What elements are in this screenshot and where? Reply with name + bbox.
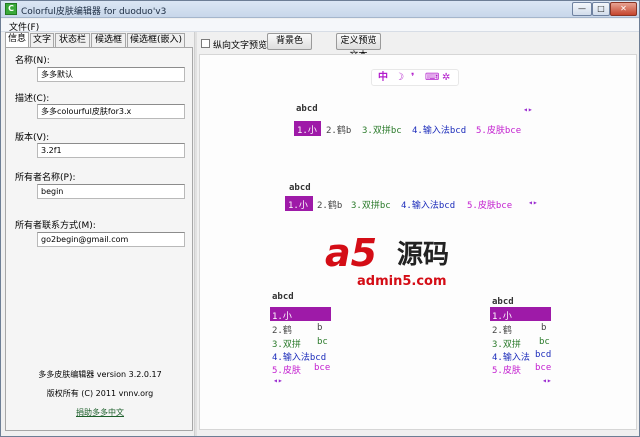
candidate-item[interactable]: 4.输入法bcd bbox=[272, 350, 326, 363]
page-arrows-icon[interactable]: ◂▸ bbox=[273, 376, 283, 385]
app-window: C Colorful皮肤编辑器 for duoduo'v3 — □ ✕ 文件(F… bbox=[0, 0, 640, 437]
minimize-button[interactable]: — bbox=[572, 2, 592, 16]
candidate-item[interactable]: 2.鹤b bbox=[326, 123, 351, 136]
candidate-item[interactable]: 1.小 bbox=[288, 198, 308, 211]
candidate-item[interactable]: 2.鹤 bbox=[272, 323, 292, 336]
candidate-code: b bbox=[541, 323, 547, 333]
candidate-item[interactable]: 4.输入法bcd bbox=[401, 198, 455, 211]
composition-text: abcd bbox=[289, 183, 311, 193]
candidate-code: bc bbox=[539, 337, 550, 347]
app-version-text: 多多皮肤编辑器 version 3.2.0.17 bbox=[38, 370, 162, 379]
candidate-item[interactable]: 2.鹤 bbox=[492, 323, 512, 336]
candidate-item[interactable]: 1.小 bbox=[297, 123, 317, 136]
tab-text[interactable]: 文字 bbox=[30, 33, 54, 47]
gear-icon: ✲ bbox=[442, 72, 451, 83]
candidate-item[interactable]: 1.小 bbox=[492, 309, 512, 322]
contact-label: 所有者联系方式(M): bbox=[15, 221, 96, 231]
candidate-code: bcd bbox=[535, 350, 552, 360]
tab-info[interactable]: 信息 bbox=[5, 32, 29, 47]
define-preview-text-button[interactable]: 定义预览文本 bbox=[336, 33, 381, 61]
tab-statusbar[interactable]: 状态栏 bbox=[55, 33, 90, 47]
owner-label: 所有者名称(P): bbox=[15, 173, 76, 183]
watermark-name: 源码 bbox=[397, 240, 450, 270]
candidate-item[interactable]: 4.输入法 bbox=[492, 350, 530, 363]
candidate-code: b bbox=[317, 323, 323, 333]
app-icon: C bbox=[5, 3, 17, 15]
name-field[interactable]: 多多默认 bbox=[37, 67, 185, 82]
candidate-window-horizontal-1: abcd ◂▸ 1.小 2.鹤b 3.双拼bc 4.输入法bcd 5.皮肤bce bbox=[294, 103, 534, 139]
status-bar-preview: 中 ☽ ❜ ⌨ ✲ bbox=[371, 69, 459, 86]
owner-field[interactable]: begin bbox=[37, 184, 185, 199]
composition-text: abcd bbox=[296, 104, 318, 114]
background-color-button[interactable]: 背景色 bbox=[267, 33, 312, 50]
desc-field[interactable]: 多多colourful皮肤for3.x bbox=[37, 104, 185, 119]
contact-field[interactable]: go2begin@gmail.com bbox=[37, 232, 185, 247]
candidate-item[interactable]: 3.双拼bc bbox=[351, 198, 391, 211]
watermark-brand: a5 bbox=[325, 231, 378, 275]
version-field[interactable]: 3.2f1 bbox=[37, 143, 185, 158]
candidate-window-vertical-left: abcd 1.小 2.鹤 b 3.双拼 bc 4.输入法bcd 5.皮肤 bce… bbox=[270, 291, 334, 413]
maximize-button[interactable]: □ bbox=[592, 2, 610, 16]
composition-text: abcd bbox=[492, 297, 514, 307]
vertical-preview-label: 纵向文字预览 bbox=[213, 41, 268, 51]
splitter[interactable] bbox=[194, 32, 197, 436]
candidate-code: bce bbox=[314, 363, 331, 373]
candidate-item[interactable]: 5.皮肤bce bbox=[467, 198, 512, 211]
a5-watermark-logo: a5 源码 admin5.com bbox=[325, 233, 475, 293]
candidate-window-horizontal-2: abcd ◂▸ 1.小 2.鹤b 3.双拼bc 4.输入法bcd 5.皮肤bce bbox=[285, 182, 538, 216]
close-button[interactable]: ✕ bbox=[610, 2, 637, 16]
candidate-item[interactable]: 5.皮肤 bbox=[272, 363, 301, 376]
vertical-preview-checkbox[interactable] bbox=[201, 39, 210, 48]
chinese-mode-icon: 中 bbox=[378, 72, 388, 83]
candidate-item[interactable]: 3.双拼 bbox=[492, 337, 521, 350]
keyboard-icon: ⌨ bbox=[425, 72, 440, 83]
window-title: Colorful皮肤编辑器 for duoduo'v3 bbox=[21, 7, 167, 17]
candidate-window-vertical-right: abcd 1.小 2.鹤 b 3.双拼 bc 4.输入法 bcd 5.皮肤 bc… bbox=[490, 291, 554, 391]
name-label: 名称(N): bbox=[15, 56, 50, 66]
donate-link[interactable]: 捐助多多中文 bbox=[76, 408, 124, 417]
tab-candidate-embedded[interactable]: 候选框(嵌入) bbox=[127, 33, 185, 47]
tab-strip: 信息 文字 状态栏 候选框 候选框(嵌入) bbox=[5, 32, 193, 47]
title-bar[interactable]: C Colorful皮肤编辑器 for duoduo'v3 — □ ✕ bbox=[1, 1, 639, 18]
candidate-item[interactable]: 5.皮肤bce bbox=[476, 123, 521, 136]
tab-candidate[interactable]: 候选框 bbox=[91, 33, 126, 47]
page-arrows-icon[interactable]: ◂▸ bbox=[523, 105, 533, 114]
version-label: 版本(V): bbox=[15, 133, 50, 143]
candidate-item[interactable]: 2.鹤b bbox=[317, 198, 342, 211]
page-arrows-icon[interactable]: ◂▸ bbox=[542, 376, 552, 385]
moon-icon: ☽ bbox=[395, 72, 404, 83]
menu-bar: 文件(F) bbox=[1, 19, 639, 33]
info-panel: 名称(N): 多多默认 描述(C): 多多colourful皮肤for3.x 版… bbox=[5, 47, 193, 431]
page-arrows-icon[interactable]: ◂▸ bbox=[528, 198, 538, 207]
candidate-item[interactable]: 5.皮肤 bbox=[492, 363, 521, 376]
punctuation-icon: ❜ bbox=[411, 72, 415, 83]
copyright-text: 版权所有 (C) 2011 vnnv.org bbox=[46, 389, 154, 398]
candidate-code: bc bbox=[317, 337, 328, 347]
composition-text: abcd bbox=[272, 292, 294, 302]
candidate-item[interactable]: 3.双拼 bbox=[272, 337, 301, 350]
candidate-item[interactable]: 3.双拼bc bbox=[362, 123, 402, 136]
candidate-code: bce bbox=[535, 363, 552, 373]
candidate-item[interactable]: 1.小 bbox=[272, 309, 292, 322]
desc-label: 描述(C): bbox=[15, 94, 50, 104]
watermark-domain: admin5.com bbox=[357, 274, 447, 289]
candidate-item[interactable]: 4.输入法bcd bbox=[412, 123, 466, 136]
